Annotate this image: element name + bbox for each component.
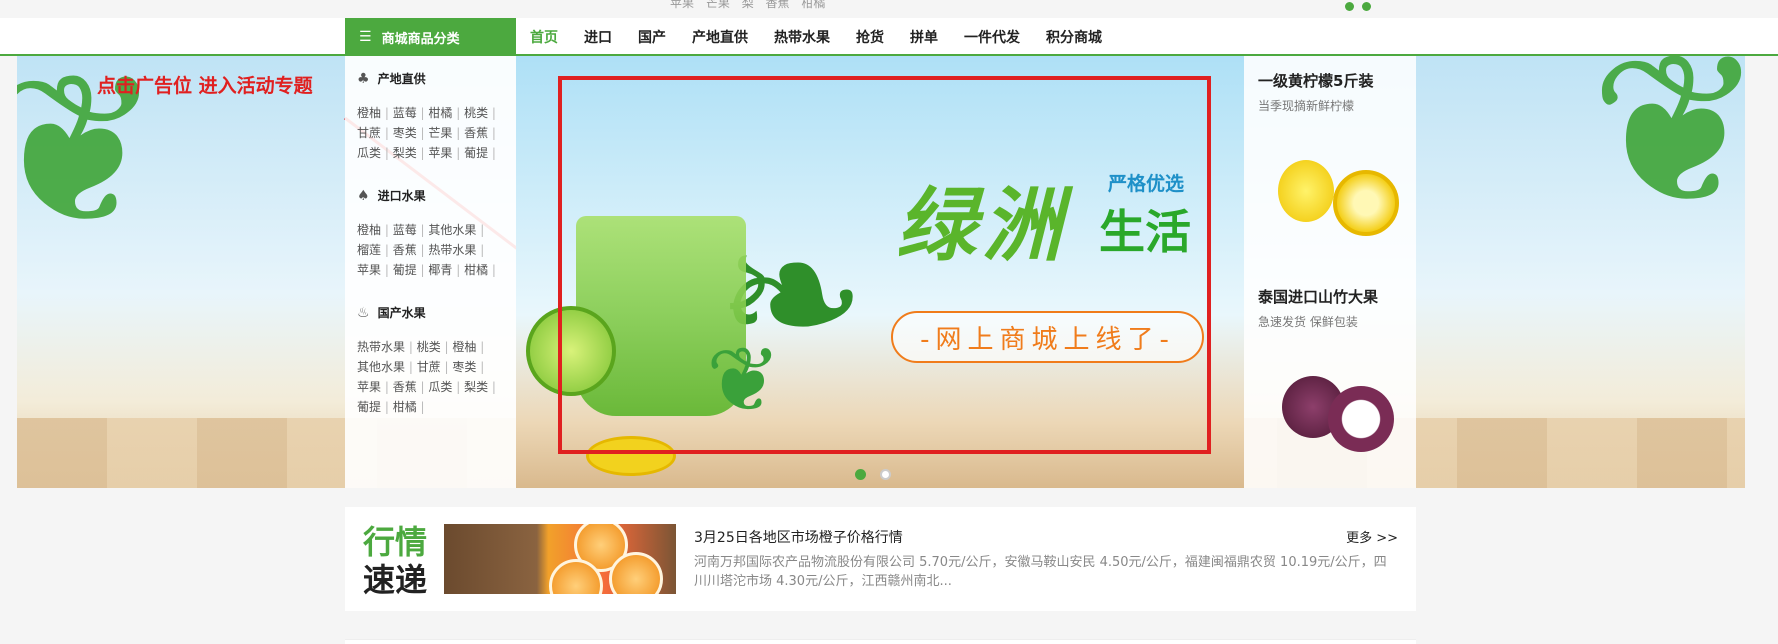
category-link[interactable]: 香蕉: [393, 243, 429, 257]
promo-title: 一级黄柠檬5斤装: [1258, 72, 1374, 90]
palm-tree-icon: ♣: [357, 70, 370, 87]
category-link[interactable]: 其他水果: [357, 360, 417, 374]
category-link[interactable]: 热带水果: [428, 243, 484, 257]
carousel-dots: [855, 465, 905, 484]
category-link[interactable]: 芒果: [428, 126, 464, 140]
nav-item-dropship[interactable]: 一件代发: [964, 27, 1020, 47]
category-link[interactable]: 橙柚: [452, 340, 484, 354]
promo-panel: 一级黄柠檬5斤装 当季现摘新鲜柠檬 泰国进口山竹大果 急速发货 保鲜包装: [1244, 56, 1416, 488]
category-link[interactable]: 甘蔗: [417, 360, 453, 374]
category-link[interactable]: 瓜类: [357, 146, 393, 160]
mangosteen-image: [1328, 386, 1394, 452]
oranges-image[interactable]: [444, 524, 676, 594]
category-link[interactable]: 葡提: [393, 263, 429, 277]
news-title[interactable]: 3月25日各地区市场橙子价格行情: [694, 527, 903, 547]
hot-keyword[interactable]: 苹果: [670, 0, 694, 10]
category-link[interactable]: 葡提: [464, 146, 496, 160]
category-link[interactable]: 榴莲: [357, 243, 393, 257]
category-link[interactable]: 香蕉: [464, 126, 496, 140]
category-link[interactable]: 其他水果: [428, 223, 484, 237]
category-title[interactable]: 产地直供: [378, 70, 426, 87]
category-group: ♠ 进口水果 橙柚 蓝莓 其他水果 榴莲 香蕉 热带水果 苹果 葡提 椰青 柑橘: [357, 187, 504, 280]
carousel-dot[interactable]: [855, 469, 866, 480]
nav-item-domestic[interactable]: 国产: [638, 27, 666, 47]
category-link[interactable]: 瓜类: [428, 380, 464, 394]
category-link[interactable]: 梨类: [393, 146, 429, 160]
hot-keyword[interactable]: 香蕉: [766, 0, 790, 10]
hot-keyword[interactable]: 梨: [742, 0, 754, 10]
palm-leaf-icon: ❦: [1589, 56, 1745, 253]
nav-item-import[interactable]: 进口: [584, 27, 612, 47]
nav-item-flash[interactable]: 抢货: [856, 27, 884, 47]
category-title[interactable]: 国产水果: [378, 304, 426, 321]
category-group: ♨ 国产水果 热带水果 桃类 橙柚 其他水果 甘蔗 枣类 苹果 香蕉 瓜类 梨类…: [357, 304, 504, 417]
category-links: 橙柚 蓝莓 柑橘 桃类 甘蔗 枣类 芒果 香蕉 瓜类 梨类 苹果 葡提: [357, 103, 504, 163]
nav-item-group[interactable]: 拼单: [910, 27, 938, 47]
promo-card[interactable]: 泰国进口山竹大果 急速发货 保鲜包装: [1258, 286, 1402, 502]
lemon-image: [1278, 160, 1334, 222]
nav-item-home[interactable]: 首页: [530, 27, 558, 47]
category-link[interactable]: 蓝莓: [393, 106, 429, 120]
news-body: 河南万邦国际农产品物流股份有限公司 5.70元/公斤，安徽马鞍山安民 4.50元…: [694, 555, 1387, 589]
category-link[interactable]: 椰青: [428, 263, 464, 277]
fruit-basket-icon: ♨: [357, 304, 370, 321]
hot-keyword[interactable]: 柑橘: [801, 0, 825, 10]
category-link[interactable]: 柑橘: [393, 400, 425, 414]
ad-annotation: 点击广告位 进入活动专题: [97, 75, 313, 97]
category-group: ♣ 产地直供 橙柚 蓝莓 柑橘 桃类 甘蔗 枣类 芒果 香蕉 瓜类 梨类 苹果 …: [357, 70, 504, 163]
menu-icon: ☰: [359, 29, 372, 45]
category-link[interactable]: 橙柚: [357, 223, 393, 237]
news-badge: 行情 速递: [363, 523, 428, 599]
carousel-dot[interactable]: [880, 469, 891, 480]
category-links: 橙柚 蓝莓 其他水果 榴莲 香蕉 热带水果 苹果 葡提 椰青 柑橘: [357, 220, 504, 280]
nav-item-origin-direct[interactable]: 产地直供: [692, 27, 748, 47]
category-link[interactable]: 枣类: [393, 126, 429, 140]
hot-keyword[interactable]: 芒果: [706, 0, 730, 10]
promo-card[interactable]: 一级黄柠檬5斤装 当季现摘新鲜柠檬: [1258, 70, 1402, 286]
nav-item-points-mall[interactable]: 积分商城: [1046, 27, 1102, 47]
category-menu-button[interactable]: ☰ 商城商品分类: [345, 18, 516, 56]
category-link[interactable]: 橙柚: [357, 106, 393, 120]
category-link[interactable]: 蓝莓: [393, 223, 429, 237]
cherry-icon: ♠: [357, 187, 370, 204]
hot-keywords: 苹果 芒果 梨 香蕉 柑橘: [670, 0, 833, 11]
category-link[interactable]: 柑橘: [464, 263, 496, 277]
next-section-edge: [345, 639, 1416, 644]
category-menu-label: 商城商品分类: [381, 31, 460, 47]
category-links: 热带水果 桃类 橙柚 其他水果 甘蔗 枣类 苹果 香蕉 瓜类 梨类 葡提 柑橘: [357, 337, 504, 417]
news-more-link[interactable]: 更多 >>: [1346, 527, 1398, 546]
category-link[interactable]: 香蕉: [393, 380, 429, 394]
category-link[interactable]: 热带水果: [357, 340, 417, 354]
category-link[interactable]: 苹果: [428, 146, 464, 160]
top-decoration: [1345, 0, 1381, 11]
category-link[interactable]: 桃类: [464, 106, 496, 120]
category-link[interactable]: 甘蔗: [357, 126, 393, 140]
main-nav: ☰ 商城商品分类 首页 进口 国产 产地直供 热带水果 抢货 拼单 一件代发 积…: [0, 18, 1778, 56]
category-link[interactable]: 柑橘: [428, 106, 464, 120]
category-link[interactable]: 枣类: [452, 360, 484, 374]
promo-title: 泰国进口山竹大果: [1258, 288, 1379, 306]
category-link[interactable]: 苹果: [357, 380, 393, 394]
category-link[interactable]: 梨类: [464, 380, 496, 394]
ad-highlight-frame: [558, 76, 1211, 454]
promo-subtitle: 急速发货 保鲜包装: [1258, 315, 1358, 329]
category-panel: ♣ 产地直供 橙柚 蓝莓 柑橘 桃类 甘蔗 枣类 芒果 香蕉 瓜类 梨类 苹果 …: [345, 56, 516, 488]
nav-items: 首页 进口 国产 产地直供 热带水果 抢货 拼单 一件代发 积分商城: [530, 18, 1128, 56]
category-title[interactable]: 进口水果: [378, 187, 426, 204]
lemon-image: [1333, 170, 1399, 236]
market-news: 行情 速递 3月25日各地区市场橙子价格行情 更多 >> 河南万邦国际农产品物流…: [345, 507, 1416, 611]
category-link[interactable]: 桃类: [417, 340, 453, 354]
category-link[interactable]: 苹果: [357, 263, 393, 277]
promo-subtitle: 当季现摘新鲜柠檬: [1258, 99, 1355, 113]
category-link[interactable]: 葡提: [357, 400, 393, 414]
nav-item-tropical[interactable]: 热带水果: [774, 27, 830, 47]
